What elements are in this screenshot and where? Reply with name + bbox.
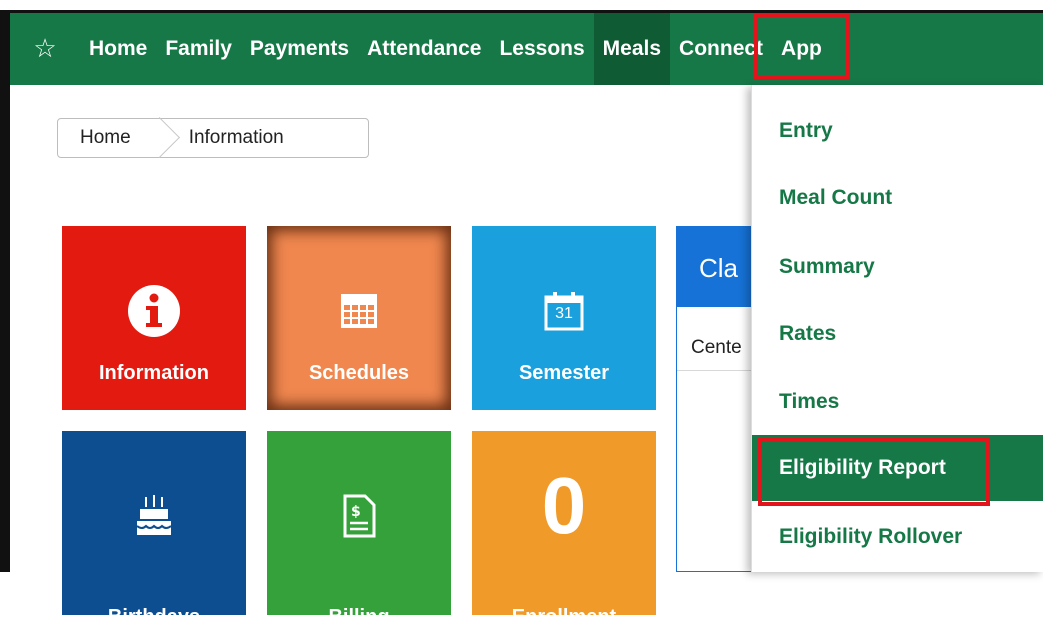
breadcrumb-information: Information [188, 127, 284, 148]
menu-item-rates[interactable]: Rates [752, 301, 1043, 367]
nav-payments[interactable]: Payments [241, 13, 358, 85]
tile-schedules[interactable]: Schedules [267, 226, 451, 410]
menu-item-times[interactable]: Times [752, 369, 1043, 435]
calendar-day-number: 31 [555, 305, 573, 322]
nav-apps[interactable]: App [772, 13, 831, 85]
invoice-dollar-icon: $ [342, 481, 376, 551]
nav-home[interactable]: Home [80, 13, 156, 85]
breadcrumb-separator [151, 119, 167, 157]
breadcrumb-home[interactable]: Home [58, 127, 151, 149]
tile-semester-label: Semester [518, 362, 610, 384]
nav-lessons[interactable]: Lessons [490, 13, 593, 85]
favorites-star-icon[interactable]: ☆ [10, 34, 80, 64]
tile-billing-label: Billing [328, 606, 390, 628]
info-icon [126, 276, 182, 346]
svg-text:$: $ [351, 504, 361, 520]
tile-birthdays[interactable]: Birthdays [62, 431, 246, 628]
menu-item-eligibility-report[interactable]: Eligibility Report [752, 435, 1043, 501]
tile-semester[interactable]: 31 Semester [472, 226, 656, 410]
tile-count-label: Enrollment [511, 606, 617, 628]
tile-information-label: Information [99, 362, 209, 384]
menu-item-eligibility-rollover[interactable]: Eligibility Rollover [752, 504, 1043, 570]
meals-dropdown-menu: Entry Meal Count Summary Rates Times Eli… [751, 85, 1043, 572]
menu-item-summary[interactable]: Summary [752, 234, 1043, 300]
breadcrumb: Home Information [57, 118, 369, 158]
menu-item-meal-count[interactable]: Meal Count [752, 165, 1043, 231]
tile-enrollment-count[interactable]: 0 Enrollment [472, 431, 656, 628]
nav-attendance[interactable]: Attendance [358, 13, 490, 85]
menu-item-entry[interactable]: Entry [752, 98, 1043, 164]
tile-birthdays-label: Birthdays [107, 606, 201, 628]
calendar-grid-icon [339, 276, 379, 346]
tile-information[interactable]: Information [62, 226, 246, 410]
tile-billing[interactable]: $ Billing [267, 431, 451, 628]
birthday-cake-icon [134, 481, 174, 551]
main-navbar: ☆ Home Family Payments Attendance Lesson… [10, 13, 1043, 85]
window-border-left [0, 12, 10, 572]
tile-schedules-label: Schedules [308, 362, 410, 384]
nav-meals[interactable]: Meals [593, 13, 671, 85]
calendar-day-icon: 31 [543, 276, 585, 346]
nav-connect[interactable]: Connect [670, 13, 772, 85]
tile-count-value: 0 [541, 461, 587, 550]
nav-family[interactable]: Family [156, 13, 241, 85]
